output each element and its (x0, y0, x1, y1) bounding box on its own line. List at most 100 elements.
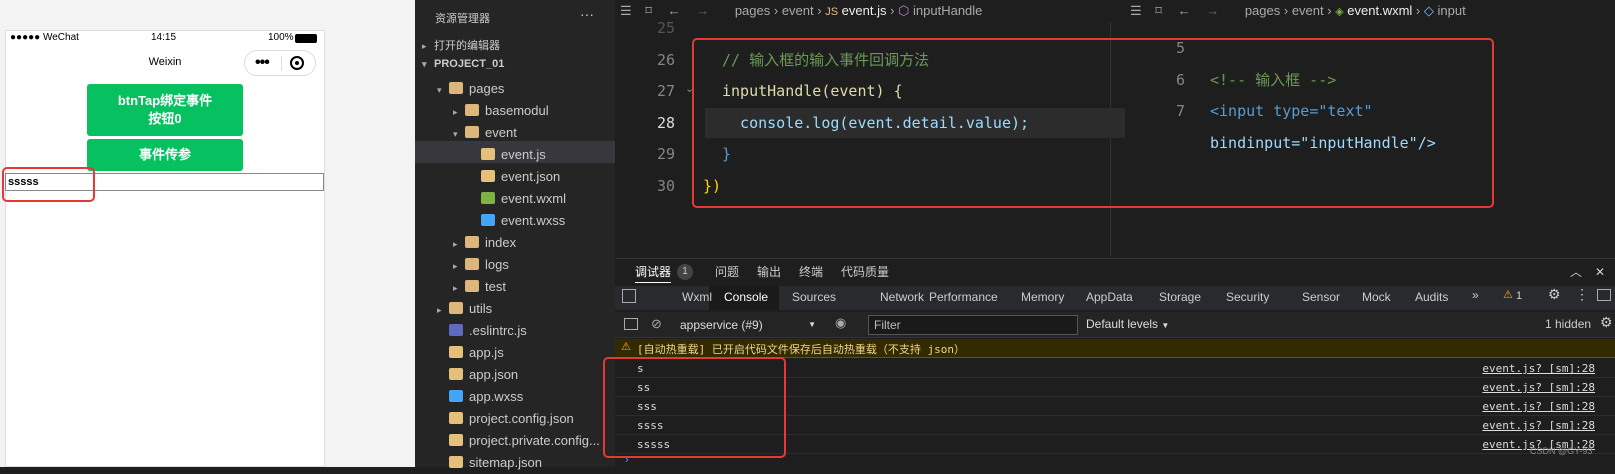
devtools-tab[interactable]: Wxml (682, 290, 712, 304)
tree-item[interactable]: ▾ event (453, 122, 517, 144)
devtools-tab[interactable]: Console (724, 290, 768, 304)
tag-icon: ◇ (1423, 3, 1434, 18)
log-source-link[interactable]: event.js? [sm]:28 (1482, 378, 1595, 397)
hidden-count: 1 hidden (1545, 317, 1592, 331)
tab-terminal[interactable]: 终端 (799, 262, 823, 282)
tree-item[interactable]: ▸ logs (453, 254, 509, 276)
devtools-tab[interactable]: Mock (1362, 290, 1391, 304)
eye-icon[interactable]: ◉ (835, 315, 846, 331)
json-icon (449, 456, 463, 468)
line-number: 6 (1175, 71, 1185, 89)
devtools-tab[interactable]: Sensor (1302, 290, 1340, 304)
folder-icon (449, 82, 463, 94)
tree-item[interactable]: event.wxss (469, 210, 565, 232)
kebab-icon[interactable]: ⋮ (1575, 286, 1589, 303)
gear-icon[interactable]: ⚙ (1548, 286, 1561, 303)
project-section[interactable]: ▾ PROJECT_01 (422, 58, 504, 70)
bookmark-icon-right[interactable]: ⌑ (1155, 3, 1162, 18)
more-tabs-icon[interactable]: » (1472, 288, 1479, 302)
crumb-symbol-right[interactable]: input (1438, 3, 1466, 18)
tree-item[interactable]: ▸ basemodul (453, 100, 549, 122)
console-filter-input[interactable]: Filter (868, 315, 1078, 335)
list-icon-right[interactable]: ☰ (1130, 3, 1142, 18)
open-editors-section[interactable]: ▸ 打开的编辑器 (422, 37, 500, 53)
crumb-pages[interactable]: pages (735, 3, 770, 18)
json-icon (449, 412, 463, 424)
tree-item[interactable]: event.wxml (469, 188, 566, 210)
tree-item-label: project.config.json (469, 411, 574, 426)
crumb-event[interactable]: event (782, 3, 814, 18)
devtools-tab[interactable]: Security (1226, 290, 1269, 304)
tree-item[interactable]: app.json (437, 364, 518, 386)
inspect-icon[interactable] (622, 289, 636, 303)
tree-item[interactable]: project.config.json (437, 408, 574, 430)
folder-icon (465, 104, 479, 116)
devtools-tab[interactable]: Performance (929, 290, 998, 304)
more-dots-icon[interactable]: ••• (255, 53, 270, 73)
crumb-symbol[interactable]: inputHandle (913, 3, 982, 18)
line-number: 26 (656, 51, 675, 69)
forward-icon-right[interactable]: → (1206, 3, 1219, 18)
sidebar-toggle-icon[interactable] (624, 318, 638, 330)
tree-item-label: pages (469, 81, 505, 96)
explorer-title: 资源管理器 (435, 13, 490, 25)
list-icon[interactable]: ☰ (620, 3, 632, 18)
tree-item[interactable]: project.private.config... (437, 430, 600, 452)
close-panel-icon[interactable]: ✕ (1595, 262, 1605, 282)
crumb-event-right[interactable]: event (1292, 3, 1324, 18)
back-icon[interactable]: ← (668, 3, 681, 18)
json-icon (449, 434, 463, 446)
forward-icon[interactable]: → (696, 3, 709, 18)
log-source-link[interactable]: event.js? [sm]:28 (1482, 397, 1595, 416)
crumb-file-right[interactable]: event.wxml (1347, 3, 1412, 18)
dropdown-icon: ▼ (1161, 321, 1170, 330)
crumb-file[interactable]: event.js (842, 3, 887, 18)
tree-item-label: .eslintrc.js (469, 323, 527, 338)
signal-text: ●●●●● WeChat (10, 32, 79, 43)
wechat-capsule[interactable]: ••• (244, 50, 316, 76)
devtools-tab[interactable]: Audits (1415, 290, 1448, 304)
tree-item[interactable]: ▸ test (453, 276, 506, 298)
bookmark-icon[interactable]: ⌑ (645, 3, 652, 18)
tab-problems[interactable]: 问题 (715, 262, 739, 282)
tree-item[interactable]: sitemap.json (437, 452, 542, 474)
tree-item[interactable]: ▾ pages (437, 78, 504, 100)
tab-code-quality[interactable]: 代码质量 (841, 262, 889, 282)
devtools-tab[interactable]: Storage (1159, 290, 1201, 304)
collapse-panel-icon[interactable]: ︿ (1570, 262, 1582, 282)
context-value: appservice (#9) (680, 318, 763, 332)
close-target-icon[interactable] (290, 56, 304, 70)
tree-item[interactable]: ▸ index (453, 232, 516, 254)
clear-console-icon[interactable]: ⊘ (651, 316, 662, 332)
crumb-pages-right[interactable]: pages (1245, 3, 1280, 18)
line-number: 27 (656, 82, 675, 100)
back-icon-right[interactable]: ← (1178, 3, 1191, 18)
chevron-right-icon: ▸ (437, 305, 442, 315)
line-number: 5 (1175, 39, 1185, 57)
devtools-tab[interactable]: Network (880, 290, 924, 304)
tree-item-label: event (485, 125, 517, 140)
console-settings-icon[interactable]: ⚙ (1600, 314, 1613, 331)
tree-item[interactable]: event.json (469, 166, 560, 188)
tree-item[interactable]: event.js (469, 144, 546, 166)
devtools-tab[interactable]: Memory (1021, 290, 1064, 304)
tab-debugger[interactable]: 调试器 (635, 262, 672, 283)
tab-output[interactable]: 输出 (757, 262, 781, 282)
more-actions-icon[interactable]: ··· (580, 6, 594, 22)
event-param-button[interactable]: 事件传参 (87, 139, 243, 171)
json-icon (449, 368, 463, 380)
context-select[interactable]: appservice (#9) ▼ (680, 316, 820, 334)
devtools-tab[interactable]: Sources (792, 290, 836, 304)
devtools-tab[interactable]: AppData (1086, 290, 1133, 304)
tree-item[interactable]: ▸ utils (437, 298, 492, 320)
dock-icon[interactable] (1597, 289, 1611, 301)
tree-item[interactable]: .eslintrc.js (437, 320, 527, 342)
log-source-link[interactable]: event.js? [sm]:28 (1482, 359, 1595, 378)
tree-item[interactable]: app.js (437, 342, 504, 364)
tree-item[interactable]: app.wxss (437, 386, 523, 408)
wxss-icon (481, 214, 495, 226)
log-source-link[interactable]: event.js? [sm]:28 (1482, 416, 1595, 435)
right-breadcrumb: ☰ ⌑ ← → pages › event › ◈ event.wxml › ◇… (1130, 3, 1466, 18)
btntap-button[interactable]: btnTap绑定事件 按钮0 (87, 84, 243, 136)
levels-select[interactable]: Default levels ▼ (1086, 317, 1169, 331)
